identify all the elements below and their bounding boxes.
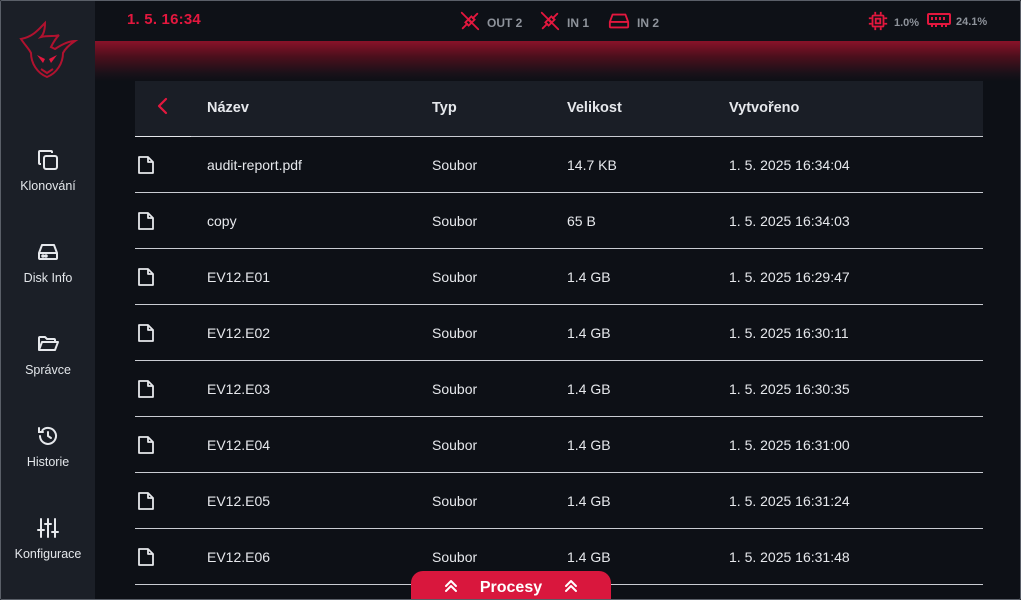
disconnected-cable-icon <box>539 10 561 35</box>
cell-type: Soubor <box>432 269 478 285</box>
cell-name: EV12.E03 <box>207 381 271 397</box>
file-icon <box>137 267 155 287</box>
sidebar-item-label: Disk Info <box>23 271 73 285</box>
cpu-value: 1.0% <box>894 16 920 29</box>
port-in2: IN 2 <box>607 10 659 35</box>
history-icon <box>35 423 61 449</box>
cell-size: 1.4 GB <box>567 381 611 397</box>
cell-type: Soubor <box>432 437 478 453</box>
back-button[interactable] <box>135 81 191 137</box>
port-out2: OUT 2 <box>459 10 522 35</box>
table-body: audit-report.pdf Soubor 14.7 KB 1. 5. 2025 … <box>135 137 983 585</box>
cell-type: Soubor <box>432 549 478 565</box>
sidebar-item-historie[interactable]: Historie <box>1 413 95 483</box>
column-header-name[interactable]: Název <box>207 100 249 116</box>
chevron-left-icon <box>156 97 170 120</box>
sidebar: Klonování Disk Info Správce Historie Kon <box>1 1 95 599</box>
port-label: IN 1 <box>567 15 590 30</box>
table-row[interactable]: copy Soubor 65 B 1. 5. 2025 16:34:03 <box>135 193 983 249</box>
cell-type: Soubor <box>432 213 478 229</box>
cell-type: Soubor <box>432 493 478 509</box>
table-row[interactable]: audit-report.pdf Soubor 14.7 KB 1. 5. 2025 … <box>135 137 983 193</box>
cell-size: 1.4 GB <box>567 437 611 453</box>
sidebar-item-label: Správce <box>25 363 71 377</box>
top-bar: 1. 5. 16:34 OUT 2 IN 1 IN 2 1.0% 24.1% <box>95 1 1020 41</box>
cpu-usage: 1.0% <box>867 10 919 35</box>
cell-name: audit-report.pdf <box>207 157 302 173</box>
cell-name: copy <box>207 213 237 229</box>
datetime: 1. 5. 16:34 <box>127 11 201 28</box>
cell-size: 1.4 GB <box>567 493 611 509</box>
sidebar-item-disk-info[interactable]: Disk Info <box>1 229 95 299</box>
cell-name: EV12.E01 <box>207 269 271 285</box>
file-icon <box>137 379 155 399</box>
column-header-type[interactable]: Typ <box>432 100 457 116</box>
cell-size: 1.4 GB <box>567 549 611 565</box>
port-label: OUT 2 <box>487 15 523 30</box>
file-icon <box>137 323 155 343</box>
drive-icon <box>607 10 631 35</box>
port-in1: IN 1 <box>539 10 589 35</box>
table-header: Název Typ Velikost Vytvořeno <box>135 81 983 137</box>
sliders-icon <box>35 515 61 541</box>
file-icon <box>137 491 155 511</box>
table-row[interactable]: EV12.E03 Soubor 1.4 GB 1. 5. 2025 16:30:35 <box>135 361 983 417</box>
table-row[interactable]: EV12.E01 Soubor 1.4 GB 1. 5. 2025 16:29:47 <box>135 249 983 305</box>
cell-created: 1. 5. 2025 16:31:24 <box>729 493 850 509</box>
cell-created: 1. 5. 2025 16:31:48 <box>729 549 850 565</box>
cpu-icon <box>867 10 889 35</box>
table-row[interactable]: EV12.E05 Soubor 1.4 GB 1. 5. 2025 16:31:24 <box>135 473 983 529</box>
sidebar-item-label: Konfigurace <box>14 547 82 561</box>
column-header-created[interactable]: Vytvořeno <box>729 100 799 116</box>
chevrons-up-icon <box>564 579 578 598</box>
ram-usage: 24.1% <box>927 10 987 33</box>
sidebar-item-konfigurace[interactable]: Konfigurace <box>1 505 95 575</box>
cell-size: 14.7 KB <box>567 157 617 173</box>
table-row[interactable]: EV12.E02 Soubor 1.4 GB 1. 5. 2025 16:30:11 <box>135 305 983 361</box>
cell-type: Soubor <box>432 381 478 397</box>
sidebar-item-klonovani[interactable]: Klonování <box>1 137 95 207</box>
sidebar-item-label: Historie <box>26 455 70 469</box>
sidebar-item-label: Klonování <box>20 179 76 193</box>
file-icon <box>137 211 155 231</box>
cell-created: 1. 5. 2025 16:30:11 <box>729 325 849 341</box>
drive-icon <box>35 239 61 265</box>
file-icon <box>137 435 155 455</box>
cell-type: Soubor <box>432 157 478 173</box>
table-row[interactable]: EV12.E04 Soubor 1.4 GB 1. 5. 2025 16:31:00 <box>135 417 983 473</box>
cell-type: Soubor <box>432 325 478 341</box>
cell-created: 1. 5. 2025 16:34:04 <box>729 157 850 173</box>
column-header-size[interactable]: Velikost <box>567 100 622 116</box>
sidebar-item-spravce[interactable]: Správce <box>1 321 95 391</box>
disconnected-cable-icon <box>459 10 481 35</box>
cell-name: EV12.E05 <box>207 493 271 509</box>
memory-icon <box>927 10 951 33</box>
file-table: Název Typ Velikost Vytvořeno audit-repor… <box>135 81 983 585</box>
chevrons-up-icon <box>444 579 458 598</box>
cell-size: 1.4 GB <box>567 269 611 285</box>
cell-size: 1.4 GB <box>567 325 611 341</box>
app-logo <box>15 19 79 83</box>
cell-created: 1. 5. 2025 16:29:47 <box>729 269 850 285</box>
cell-created: 1. 5. 2025 16:34:03 <box>729 213 850 229</box>
folder-open-icon <box>35 331 61 357</box>
port-label: IN 2 <box>637 15 660 30</box>
header-glow <box>95 41 1020 81</box>
procesy-button[interactable]: Procesy <box>411 571 611 599</box>
cell-name: EV12.E04 <box>207 437 271 453</box>
cell-name: EV12.E02 <box>207 325 271 341</box>
copy-icon <box>35 147 61 173</box>
file-icon <box>137 547 155 567</box>
procesy-label: Procesy <box>479 579 543 596</box>
file-icon <box>137 155 155 175</box>
cell-name: EV12.E06 <box>207 549 271 565</box>
cell-created: 1. 5. 2025 16:31:00 <box>729 437 850 453</box>
cell-size: 65 B <box>567 213 596 229</box>
app-window: Klonování Disk Info Správce Historie Kon <box>0 0 1021 600</box>
cell-created: 1. 5. 2025 16:30:35 <box>729 381 850 397</box>
ram-value: 24.1% <box>956 15 988 28</box>
